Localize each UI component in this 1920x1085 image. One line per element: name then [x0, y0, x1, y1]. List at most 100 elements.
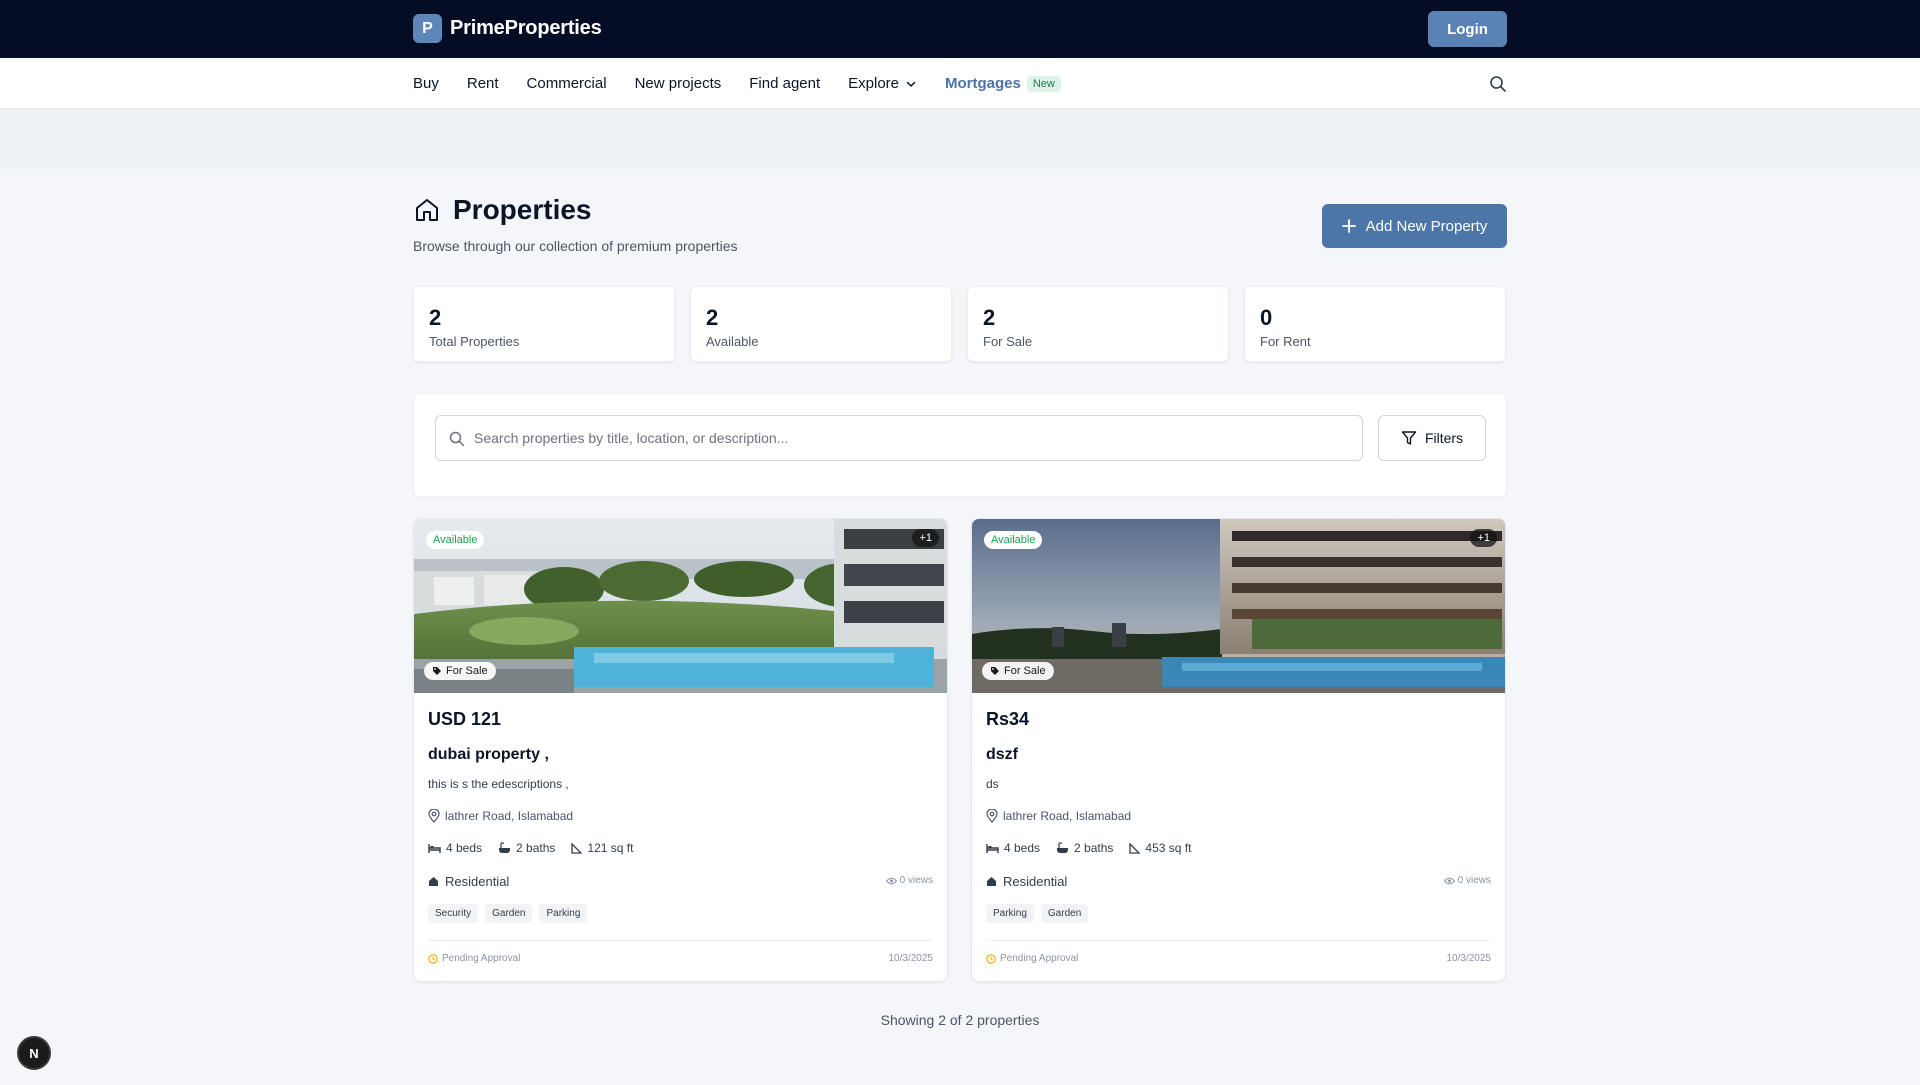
eye-icon	[1443, 877, 1455, 884]
baths-text: 2 baths	[516, 841, 556, 855]
tag-icon	[991, 667, 999, 675]
stat-card-for-rent: 0 For Rent	[1244, 286, 1506, 362]
page-subtitle: Browse through our collection of premium…	[413, 238, 738, 254]
approval-text: Pending Approval	[1000, 953, 1079, 964]
tag-icon	[433, 667, 441, 675]
stat-value: 2	[429, 305, 442, 330]
nav-item-rent[interactable]: Rent	[467, 75, 499, 92]
nav-item-commercial[interactable]: Commercial	[527, 75, 607, 92]
search-box	[435, 415, 1363, 461]
dev-tools-badge[interactable]: N	[17, 1036, 51, 1070]
approval-status: Pending Approval	[986, 953, 1078, 964]
hero-band	[0, 109, 1920, 169]
stat-label: For Sale	[983, 334, 1033, 349]
property-title[interactable]: dubai property ,	[428, 746, 549, 764]
area-text: 121 sq ft	[587, 841, 634, 855]
home-icon	[429, 877, 438, 886]
stat-card-total: 2 Total Properties	[413, 286, 675, 362]
add-new-property-button[interactable]: Add New Property	[1322, 204, 1507, 248]
stat-card-for-sale: 2 For Sale	[967, 286, 1229, 362]
search-panel: Filters	[413, 393, 1507, 497]
listing-type-label: For Sale	[446, 665, 488, 677]
property-type-text: Residential	[1003, 874, 1068, 889]
listing-type-badge: For Sale	[982, 662, 1054, 680]
property-type: Residential	[428, 874, 509, 889]
property-price: USD 121	[428, 709, 502, 729]
page-title: Properties	[453, 194, 592, 225]
card-divider	[428, 940, 933, 941]
listing-date: 10/3/2025	[1446, 953, 1492, 964]
beds-text: 4 beds	[446, 841, 483, 855]
map-pin-icon	[986, 809, 998, 823]
area-icon	[571, 842, 583, 854]
location-text: lathrer Road, Islamabad	[1003, 809, 1132, 823]
image-count-badge: +1	[1470, 529, 1497, 547]
brand-logo[interactable]: P PrimeProperties	[413, 14, 602, 43]
amenity-tag: Garden	[485, 904, 533, 923]
status-badge: Available	[426, 531, 485, 549]
property-views: 0 views	[885, 875, 933, 886]
filters-button[interactable]: Filters	[1378, 415, 1486, 461]
nav-item-explore-label: Explore	[848, 75, 900, 92]
listing-date: 10/3/2025	[888, 953, 934, 964]
nav-item-new-projects[interactable]: New projects	[635, 75, 722, 92]
new-badge: New	[1026, 75, 1061, 92]
property-location: lathrer Road, Islamabad	[986, 809, 1131, 823]
stat-card-available: 2 Available	[690, 286, 952, 362]
nav-item-mortgages[interactable]: Mortgages New	[945, 75, 1061, 92]
property-image[interactable]: Available +1 For Sale	[414, 519, 947, 693]
property-description: this is s the edescriptions ,	[428, 777, 569, 791]
filters-label: Filters	[1424, 430, 1464, 446]
nav-item-buy[interactable]: Buy	[413, 75, 439, 92]
chevron-down-icon	[906, 81, 916, 87]
plus-icon	[1341, 219, 1356, 233]
property-title[interactable]: dszf	[986, 746, 1018, 764]
approval-text: Pending Approval	[442, 953, 521, 964]
stat-value: 2	[983, 305, 996, 330]
amenity-tags: Parking Garden	[986, 904, 1089, 923]
property-description: ds	[986, 777, 999, 791]
stat-label: For Rent	[1260, 334, 1311, 349]
login-button[interactable]: Login	[1428, 11, 1507, 47]
amenity-tag: Parking	[539, 904, 588, 923]
stat-label: Available	[706, 334, 759, 349]
views-text: 0 views	[899, 875, 933, 886]
bath-icon	[1057, 842, 1069, 853]
nav-item-explore[interactable]: Explore	[848, 75, 917, 92]
listing-type-badge: For Sale	[424, 662, 496, 680]
property-card[interactable]: Available +1 For Sale USD 121 dubai prop…	[413, 518, 948, 982]
filter-icon	[1401, 431, 1417, 445]
beds-text: 4 beds	[1004, 841, 1041, 855]
property-features: 4 beds 2 baths 453 sq ft	[986, 841, 1191, 855]
nav-item-mortgages-label: Mortgages	[945, 75, 1021, 92]
amenity-tag: Security	[428, 904, 479, 923]
home-icon	[416, 199, 438, 221]
brand-name: PrimeProperties	[450, 17, 602, 39]
clock-icon	[428, 953, 438, 964]
bed-icon	[986, 843, 999, 853]
amenity-tag: Parking	[986, 904, 1034, 923]
stat-value: 2	[706, 305, 719, 330]
property-type: Residential	[986, 874, 1067, 889]
area-icon	[1129, 842, 1141, 854]
nav-item-find-agent[interactable]: Find agent	[749, 75, 820, 92]
bed-icon	[428, 843, 441, 853]
views-text: 0 views	[1457, 875, 1491, 886]
main-nav: Buy Rent Commercial New projects Find ag…	[0, 58, 1920, 109]
stat-value: 0	[1260, 305, 1273, 330]
baths-text: 2 baths	[1074, 841, 1114, 855]
search-input[interactable]	[474, 416, 1354, 460]
property-features: 4 beds 2 baths 121 sq ft	[428, 841, 633, 855]
add-new-property-label: Add New Property	[1365, 217, 1488, 235]
bath-icon	[499, 842, 511, 853]
logo-mark: P	[413, 14, 442, 43]
map-pin-icon	[428, 809, 440, 823]
home-icon	[987, 877, 996, 886]
results-count: Showing 2 of 2 properties	[880, 1012, 1040, 1028]
property-card[interactable]: Available +1 For Sale Rs34 dszf ds lathr…	[971, 518, 1506, 982]
image-count-badge: +1	[912, 529, 939, 547]
approval-status: Pending Approval	[428, 953, 520, 964]
search-icon[interactable]	[1488, 74, 1508, 94]
amenity-tag: Garden	[1040, 904, 1089, 923]
property-image[interactable]: Available +1 For Sale	[972, 519, 1505, 693]
